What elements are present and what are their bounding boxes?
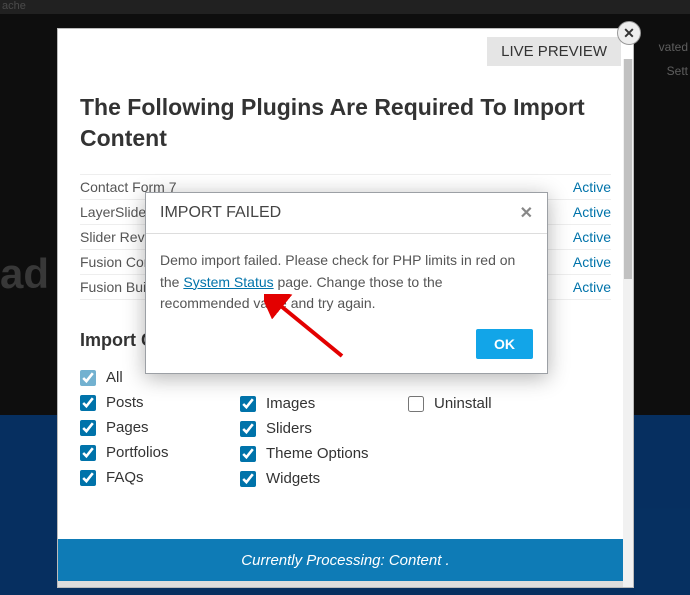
checkbox-row[interactable]: Theme Options xyxy=(240,441,408,466)
ok-button[interactable]: OK xyxy=(476,329,533,359)
scroll-thumb[interactable] xyxy=(624,59,632,279)
checkbox-label: Sliders xyxy=(266,420,312,437)
dialog-title: IMPORT FAILED xyxy=(160,204,281,222)
checkbox-input[interactable] xyxy=(80,395,96,411)
checkbox-row[interactable]: Pages xyxy=(80,415,240,440)
checkbox-label: Theme Options xyxy=(266,445,369,462)
checkbox-row[interactable]: Portfolios xyxy=(80,440,240,465)
scrollbar[interactable] xyxy=(623,59,633,587)
system-status-link[interactable]: System Status xyxy=(183,274,273,290)
live-preview-button[interactable]: LIVE PREVIEW xyxy=(487,37,621,66)
plugin-status-link[interactable]: Active xyxy=(573,204,611,220)
checkbox-row[interactable]: Posts xyxy=(80,390,240,415)
checkbox-input[interactable] xyxy=(408,396,424,412)
checkbox-label: Uninstall xyxy=(434,395,492,412)
checkbox-col-3: Uninstall xyxy=(408,365,611,491)
plugin-status-link[interactable]: Active xyxy=(573,279,611,295)
footer-spacer xyxy=(58,581,633,587)
plugin-status-link[interactable]: Active xyxy=(573,229,611,245)
checkbox-label: All xyxy=(106,369,123,386)
modal-header: LIVE PREVIEW xyxy=(58,29,633,66)
checkbox-label: Posts xyxy=(106,394,144,411)
plugin-status-link[interactable]: Active xyxy=(573,179,611,195)
checkbox-col-2: Images Sliders Theme Options Widgets xyxy=(240,365,408,491)
dialog-header: IMPORT FAILED ✕ xyxy=(146,193,547,234)
checkbox-input[interactable] xyxy=(80,370,96,386)
checkbox-label: Images xyxy=(266,395,315,412)
checkbox-row[interactable]: FAQs xyxy=(80,465,240,490)
plugin-status-link[interactable]: Active xyxy=(573,254,611,270)
checkbox-col-1: All Posts Pages Portfolios FAQs xyxy=(80,365,240,491)
checkbox-input[interactable] xyxy=(240,471,256,487)
checkbox-input[interactable] xyxy=(240,421,256,437)
processing-text: Currently Processing: Content . xyxy=(241,552,449,569)
checkbox-input[interactable] xyxy=(80,445,96,461)
checkbox-row[interactable]: Sliders xyxy=(240,416,408,441)
checkbox-input[interactable] xyxy=(80,470,96,486)
import-failed-dialog: IMPORT FAILED ✕ Demo import failed. Plea… xyxy=(145,192,548,374)
checkbox-grid: All Posts Pages Portfolios FAQs Images Slider… xyxy=(80,365,611,491)
dialog-close-icon[interactable]: ✕ xyxy=(520,203,533,223)
checkbox-row[interactable]: Widgets xyxy=(240,466,408,491)
modal-title: The Following Plugins Are Required To Im… xyxy=(80,92,611,154)
processing-footer: Currently Processing: Content . xyxy=(58,539,633,581)
checkbox-row[interactable]: Uninstall xyxy=(408,391,611,416)
checkbox-row[interactable]: Images xyxy=(240,391,408,416)
checkbox-label: Pages xyxy=(106,419,149,436)
checkbox-label: FAQs xyxy=(106,469,144,486)
checkbox-input[interactable] xyxy=(240,396,256,412)
checkbox-input[interactable] xyxy=(80,420,96,436)
checkbox-label: Portfolios xyxy=(106,444,169,461)
close-icon[interactable]: ✕ xyxy=(617,21,641,45)
dialog-footer: OK xyxy=(146,315,547,373)
checkbox-label: Widgets xyxy=(266,470,320,487)
dialog-body: Demo import failed. Please check for PHP… xyxy=(146,234,547,315)
checkbox-input[interactable] xyxy=(240,446,256,462)
